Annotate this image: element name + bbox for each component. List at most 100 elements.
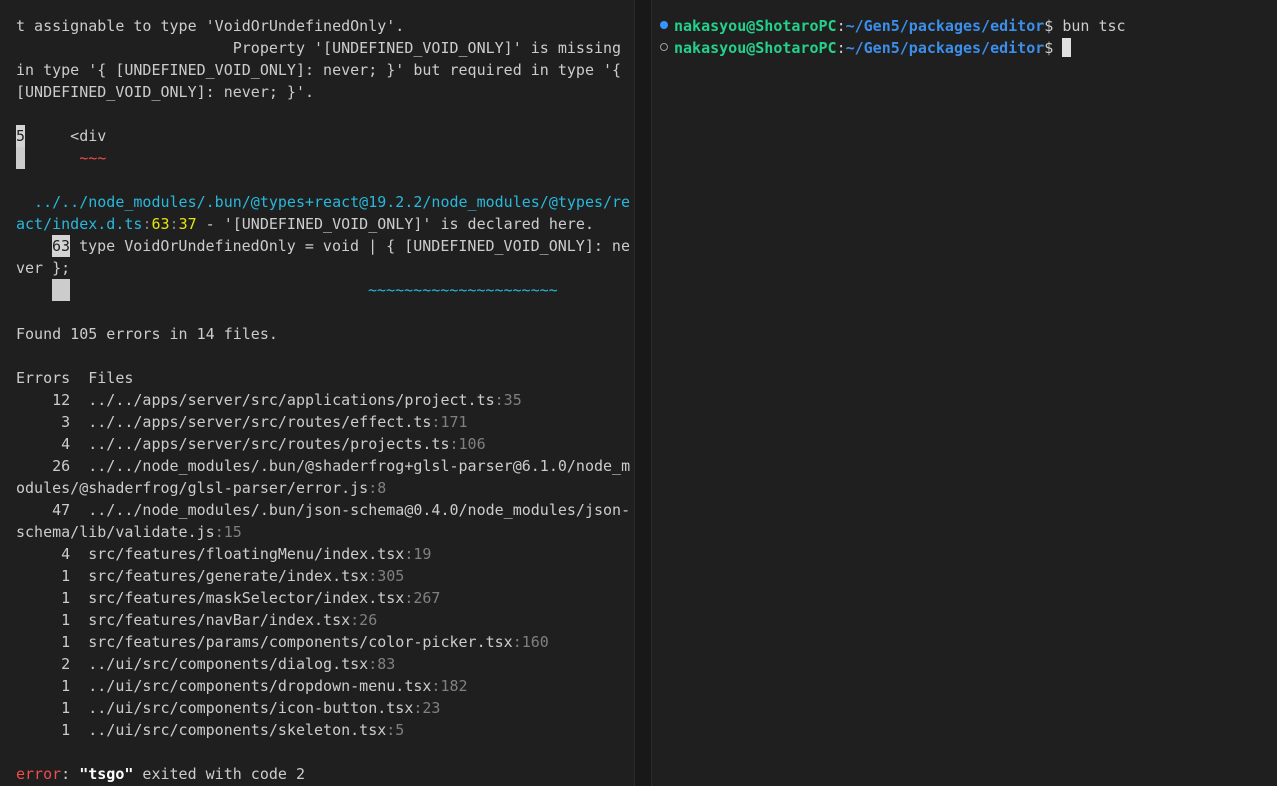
file-path: ../ui/src/components/icon-button.tsx <box>88 699 414 717</box>
declaration-line-number: 63 <box>151 215 170 233</box>
file-row: 1 src/features/maskSelector/index.tsx:26… <box>16 587 634 609</box>
prompt-char: $ <box>1044 17 1063 35</box>
error-count: 12 <box>16 391 71 409</box>
file-row: 4 src/features/floatingMenu/index.tsx:19 <box>16 543 634 565</box>
prompt-separator: : <box>836 17 846 35</box>
file-path: src/features/maskSelector/index.tsx <box>88 589 405 607</box>
file-row: 1 src/features/generate/index.tsx:305 <box>16 565 634 587</box>
file-row: 1 src/features/params/components/color-p… <box>16 631 634 653</box>
file-row: 1 ../ui/src/components/skeleton.tsx:5 <box>16 719 634 741</box>
error-message-line: Property '[UNDEFINED_VOID_ONLY]' is miss… <box>16 39 622 57</box>
file-row: 1 ../ui/src/components/icon-button.tsx:2… <box>16 697 634 719</box>
declaration-code-line: ver }; <box>16 257 634 279</box>
file-line: :8 <box>368 479 387 497</box>
declaration-code-line: 63 type VoidOrUndefinedOnly = void | { [… <box>16 235 634 257</box>
file-line: :182 <box>431 677 468 695</box>
error-squiggle: ~~~ <box>79 149 107 167</box>
gutter-marker <box>16 147 25 169</box>
file-line: :106 <box>449 435 486 453</box>
error-count: 2 <box>16 655 71 673</box>
code-text: <div <box>25 127 107 145</box>
file-line: :23 <box>413 699 441 717</box>
file-row: 4 ../../apps/server/src/routes/projects.… <box>16 433 634 455</box>
exit-error-label: error <box>16 765 62 783</box>
file-line: :35 <box>494 391 522 409</box>
errors-table-header: Errors Files <box>16 369 134 387</box>
file-row-continued: schema/lib/validate.js:15 <box>16 521 634 543</box>
prompt-line: nakasyou@ShotaroPC:~/Gen5/packages/edito… <box>660 37 1277 59</box>
file-row: 2 ../ui/src/components/dialog.tsx:83 <box>16 653 634 675</box>
error-message-line: [UNDEFINED_VOID_ONLY]: never; }'. <box>16 83 315 101</box>
file-line: :171 <box>431 413 468 431</box>
file-path: src/features/navBar/index.tsx <box>88 611 351 629</box>
exit-message: exited with code 2 <box>133 765 305 783</box>
file-path: schema/lib/validate.js <box>16 523 215 541</box>
prompt-user-host: nakasyou@ShotaroPC <box>674 17 837 35</box>
error-count: 1 <box>16 567 71 585</box>
file-path: ../../node_modules/.bun/@shaderfrog+glsl… <box>88 457 631 475</box>
file-path: odules/@shaderfrog/glsl-parser/error.js <box>16 479 369 497</box>
file-path: src/features/params/components/color-pic… <box>88 633 513 651</box>
error-count: 47 <box>16 501 71 519</box>
error-count: 1 <box>16 699 71 717</box>
file-line: :15 <box>214 523 242 541</box>
file-line: :160 <box>512 633 549 651</box>
file-row: 47 ../../node_modules/.bun/json-schema@0… <box>16 499 634 521</box>
file-line: :19 <box>404 545 432 563</box>
code-text: type VoidOrUndefinedOnly = void | { [UND… <box>70 237 630 255</box>
line-number: 63 <box>52 235 71 257</box>
file-path: ../../apps/server/src/applications/proje… <box>88 391 495 409</box>
declaration-message: - '[UNDEFINED_VOID_ONLY]' is declared he… <box>196 215 594 233</box>
error-summary: Found 105 errors in 14 files. <box>16 325 278 343</box>
file-row: 1 src/features/navBar/index.tsx:26 <box>16 609 634 631</box>
file-row-continued: odules/@shaderfrog/glsl-parser/error.js:… <box>16 477 634 499</box>
declaration-path: act/index.d.ts <box>16 215 143 233</box>
command-decoration-success-icon[interactable] <box>660 20 668 29</box>
code-text: ver }; <box>16 259 71 277</box>
code-snippet-line: 5 <div <box>16 125 634 147</box>
command-decoration-pending-icon[interactable] <box>660 42 668 51</box>
file-row: 1 ../ui/src/components/dropdown-menu.tsx… <box>16 675 634 697</box>
error-count: 3 <box>16 413 71 431</box>
file-line: :267 <box>404 589 441 607</box>
file-path: ../../apps/server/src/routes/projects.ts <box>88 435 450 453</box>
error-count: 4 <box>16 545 71 563</box>
cursor-icon <box>1062 38 1072 57</box>
exit-command: "tsgo" <box>79 765 134 783</box>
gutter-marker <box>52 279 70 301</box>
declaration-path: ../../node_modules/.bun/@types+react@19.… <box>16 193 631 211</box>
file-row: 3 ../../apps/server/src/routes/effect.ts… <box>16 411 634 433</box>
file-row: 26 ../../node_modules/.bun/@shaderfrog+g… <box>16 455 634 477</box>
prompt-separator: : <box>836 39 846 57</box>
error-count: 1 <box>16 677 71 695</box>
pane-splitter[interactable] <box>634 0 652 786</box>
left-terminal-pane[interactable]: t assignable to type 'VoidOrUndefinedOnl… <box>0 0 634 786</box>
file-line: :5 <box>386 721 405 739</box>
file-line: :83 <box>368 655 396 673</box>
file-row: 12 ../../apps/server/src/applications/pr… <box>16 389 634 411</box>
declaration-column-number: 37 <box>178 215 197 233</box>
declaration-path-line: ../../node_modules/.bun/@types+react@19.… <box>16 191 634 213</box>
line-number: 5 <box>16 125 26 147</box>
prompt-line: nakasyou@ShotaroPC:~/Gen5/packages/edito… <box>660 15 1277 37</box>
prompt-user-host: nakasyou@ShotaroPC <box>674 39 837 57</box>
exit-status-line: error: "tsgo" exited with code 2 <box>16 763 634 785</box>
error-count: 1 <box>16 633 71 651</box>
error-count: 1 <box>16 589 71 607</box>
declaration-squiggle-line: ~~~~~~~~~~~~~~~~~~~~~ <box>16 279 634 301</box>
file-path: src/features/generate/index.tsx <box>88 567 369 585</box>
prompt-cwd: ~/Gen5/packages/editor <box>845 17 1045 35</box>
file-line: :26 <box>350 611 378 629</box>
error-message-line: t assignable to type 'VoidOrUndefinedOnl… <box>16 17 405 35</box>
prompt-cwd: ~/Gen5/packages/editor <box>845 39 1045 57</box>
error-count: 26 <box>16 457 71 475</box>
error-count: 1 <box>16 721 71 739</box>
declaration-squiggle: ~~~~~~~~~~~~~~~~~~~~~ <box>368 281 558 299</box>
right-terminal-pane[interactable]: nakasyou@ShotaroPC:~/Gen5/packages/edito… <box>652 0 1277 786</box>
file-path: ../ui/src/components/dialog.tsx <box>88 655 369 673</box>
file-path: src/features/floatingMenu/index.tsx <box>88 545 405 563</box>
